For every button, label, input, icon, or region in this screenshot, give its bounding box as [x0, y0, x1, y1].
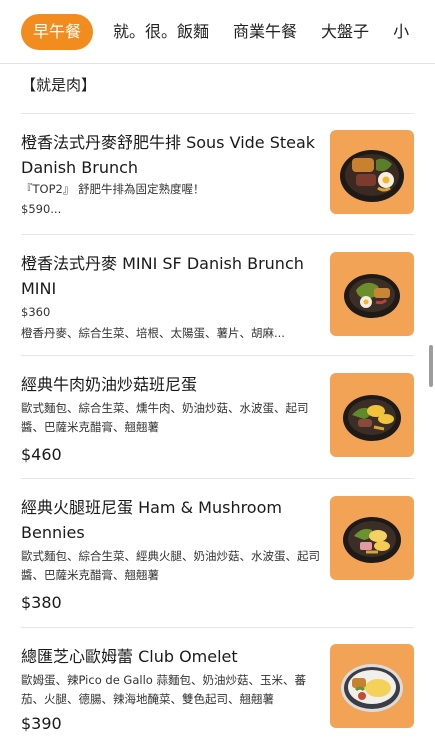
menu-item[interactable]: 橙香法式丹麥舒肥牛排 Sous Vide Steak Danish Brunch…: [21, 130, 414, 222]
menu-item[interactable]: 經典牛肉奶油炒菇班尼蛋 歐式麵包、綜合生菜、燻牛肉、奶油炒菇、水波蛋、起司醬、巴…: [21, 372, 414, 468]
club-omelet-photo: [330, 644, 414, 728]
section-title: 【就是肉】: [21, 76, 97, 94]
menu-item-name: 總匯芝心歐姆蕾 Club Omelet: [21, 647, 238, 666]
menu-item-description: 『TOP2』 舒肥牛排為固定熟度喔！: [21, 182, 205, 196]
menu-item-name: 經典火腿班尼蛋 Ham & Mushroom Bennies: [21, 498, 282, 542]
mini-danish-brunch-photo: [330, 252, 414, 336]
menu-item-info: 橙香法式丹麥舒肥牛排 Sous Vide Steak Danish Brunch…: [21, 130, 321, 219]
tab-brunch[interactable]: 早午餐: [21, 13, 94, 50]
divider: [21, 234, 414, 235]
divider: [21, 478, 414, 479]
menu-item-price: $590...: [21, 202, 62, 216]
tab-business-lunch[interactable]: 商業午餐: [233, 14, 297, 50]
menu-item[interactable]: 經典火腿班尼蛋 Ham & Mushroom Bennies 歐式麵包、綜合生菜…: [21, 495, 414, 612]
menu-item-name: 橙香法式丹麥 MINI SF Danish Brunch MINI: [21, 254, 304, 298]
divider: [21, 627, 414, 628]
tab-rice-noodles[interactable]: 就。很。飯麵: [113, 14, 209, 50]
menu-item-info: 橙香法式丹麥 MINI SF Danish Brunch MINI $360 橙…: [21, 251, 321, 343]
menu-item-price: $360: [21, 305, 51, 319]
category-tabs: 早午餐 就。很。飯麵 商業午餐 大盤子 小: [0, 0, 435, 64]
menu-item-info: 經典火腿班尼蛋 Ham & Mushroom Bennies 歐式麵包、綜合生菜…: [21, 495, 321, 615]
menu-item-name: 橙香法式丹麥舒肥牛排 Sous Vide Steak Danish Brunch: [21, 133, 316, 177]
tab-big-plate[interactable]: 大盤子: [321, 14, 369, 50]
menu-item-description: 歐式麵包、綜合生菜、燻牛肉、奶油炒菇、水波蛋、起司醬、巴薩米克醋膏、翹翹薯: [21, 401, 309, 434]
menu-item[interactable]: 橙香法式丹麥 MINI SF Danish Brunch MINI $360 橙…: [21, 251, 414, 343]
menu-item[interactable]: 總匯芝心歐姆蕾 Club Omelet 歐姆蛋、辣Pico de Gallo 蒜…: [21, 644, 414, 740]
divider: [21, 355, 414, 356]
scrollbar[interactable]: [429, 345, 433, 387]
menu-item-info: 經典牛肉奶油炒菇班尼蛋 歐式麵包、綜合生菜、燻牛肉、奶油炒菇、水波蛋、起司醬、巴…: [21, 372, 321, 467]
beef-benedict-photo: [330, 373, 414, 457]
ham-bennies-photo: [330, 496, 414, 580]
tab-small[interactable]: 小: [393, 14, 409, 50]
menu-item-price: $380: [21, 593, 62, 612]
menu-item-info: 總匯芝心歐姆蕾 Club Omelet 歐姆蛋、辣Pico de Gallo 蒜…: [21, 644, 321, 736]
menu-item-price: $390: [21, 714, 62, 733]
menu-item-name: 經典牛肉奶油炒菇班尼蛋: [21, 375, 198, 394]
steak-danish-brunch-photo: [330, 130, 414, 214]
menu-item-description: 橙香丹麥、綜合生菜、培根、太陽蛋、薯片、胡麻...: [21, 326, 285, 340]
divider: [21, 113, 414, 114]
menu-item-description: 歐姆蛋、辣Pico de Gallo 蒜麵包、奶油炒菇、玉米、蕃茄、火腿、德腸、…: [21, 673, 306, 706]
menu-item-price: $460: [21, 445, 62, 464]
menu-item-description: 歐式麵包、綜合生菜、經典火腿、奶油炒菇、水波蛋、起司醬、巴薩米克醋膏、翹翹薯: [21, 549, 320, 582]
